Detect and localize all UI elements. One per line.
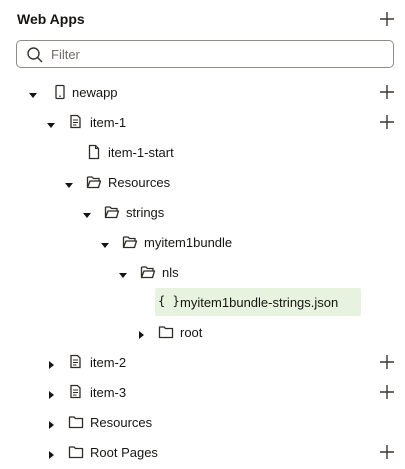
tree-node-strings[interactable]: strings (0, 198, 405, 226)
tree-node-label: newapp (72, 85, 118, 100)
collapse-toggle[interactable] (100, 237, 110, 248)
caret-down-icon (83, 213, 91, 218)
tree-node-label: item-3 (90, 385, 127, 400)
tree-node-label: item-2 (90, 355, 127, 370)
panel-title: Web Apps (17, 11, 85, 27)
folder-icon (68, 414, 84, 430)
tree-node-bundle-json[interactable]: { } myitem1bundle-strings.json (0, 288, 405, 316)
caret-right-icon (49, 451, 54, 459)
folder-icon (158, 324, 174, 340)
folder-open-icon (86, 174, 102, 190)
panel-header: Web Apps (0, 0, 405, 38)
caret-down-icon (47, 123, 55, 128)
tree-node-label: strings (126, 205, 165, 220)
collapse-toggle[interactable] (118, 267, 128, 278)
collapse-toggle[interactable] (46, 117, 56, 128)
tree-node-root-pages[interactable]: Root Pages (0, 438, 405, 466)
tree-node-item-2[interactable]: item-2 (0, 348, 405, 376)
filter-input[interactable] (51, 45, 381, 63)
plus-icon (380, 385, 394, 399)
tree-node-item-1-start[interactable]: item-1-start (0, 138, 405, 166)
plus-icon (380, 85, 394, 99)
expand-toggle[interactable] (46, 447, 56, 459)
tree-node-label: root (180, 325, 203, 340)
plus-icon (380, 115, 394, 129)
web-apps-panel: Web Apps newapp item-1 item-1-start Resourc… (0, 0, 405, 469)
mobile-device-icon (52, 84, 68, 100)
add-web-app-button[interactable] (378, 10, 396, 28)
expand-toggle[interactable] (46, 387, 56, 399)
expand-toggle[interactable] (136, 327, 146, 339)
tree-node-label: Root Pages (90, 445, 158, 460)
plus-icon (380, 445, 394, 459)
caret-right-icon (139, 331, 144, 339)
caret-right-icon (49, 361, 54, 369)
document-stack-icon (68, 384, 84, 400)
tree-node-newapp[interactable]: newapp (0, 78, 405, 106)
plus-icon (380, 12, 394, 26)
tree-node-root[interactable]: root (0, 318, 405, 346)
folder-icon (68, 444, 84, 460)
document-stack-icon (68, 114, 84, 130)
folder-open-icon (140, 264, 156, 280)
tree-node-label: myitem1bundle (144, 235, 233, 250)
folder-open-icon (104, 204, 120, 220)
filter-field[interactable] (16, 40, 394, 68)
tree-node-label: nls (162, 265, 179, 280)
add-to-newapp-button[interactable] (378, 83, 396, 101)
tree-node-label: myitem1bundle-strings.json (180, 295, 339, 310)
collapse-toggle[interactable] (82, 207, 92, 218)
expand-toggle[interactable] (46, 417, 56, 429)
caret-down-icon (101, 243, 109, 248)
add-to-root-pages-button[interactable] (378, 443, 396, 461)
tree-node-nls[interactable]: nls (0, 258, 405, 286)
add-to-item-1-button[interactable] (378, 113, 396, 131)
tree-node-label: item-1 (90, 115, 127, 130)
caret-right-icon (49, 391, 54, 399)
tree-node-item-1[interactable]: item-1 (0, 108, 405, 136)
folder-open-icon (122, 234, 138, 250)
add-to-item-3-button[interactable] (378, 383, 396, 401)
tree-node-item-3[interactable]: item-3 (0, 378, 405, 406)
add-to-item-2-button[interactable] (378, 353, 396, 371)
document-stack-icon (68, 354, 84, 370)
tree-node-resources-1[interactable]: Resources (0, 168, 405, 196)
tree-node-myitem1bundle[interactable]: myitem1bundle (0, 228, 405, 256)
collapse-toggle[interactable] (64, 177, 74, 188)
json-braces-icon: { } (158, 294, 180, 308)
tree-node-resources-2[interactable]: Resources (0, 408, 405, 436)
tree-node-label: Resources (90, 415, 153, 430)
collapse-toggle[interactable] (28, 87, 38, 98)
caret-down-icon (65, 183, 73, 188)
search-icon (27, 47, 43, 63)
plus-icon (380, 355, 394, 369)
caret-down-icon (29, 93, 37, 98)
tree-node-label: Resources (108, 175, 171, 190)
caret-down-icon (119, 273, 127, 278)
tree-node-label: item-1-start (108, 145, 174, 160)
expand-toggle[interactable] (46, 357, 56, 369)
caret-right-icon (49, 421, 54, 429)
file-icon (86, 144, 102, 160)
